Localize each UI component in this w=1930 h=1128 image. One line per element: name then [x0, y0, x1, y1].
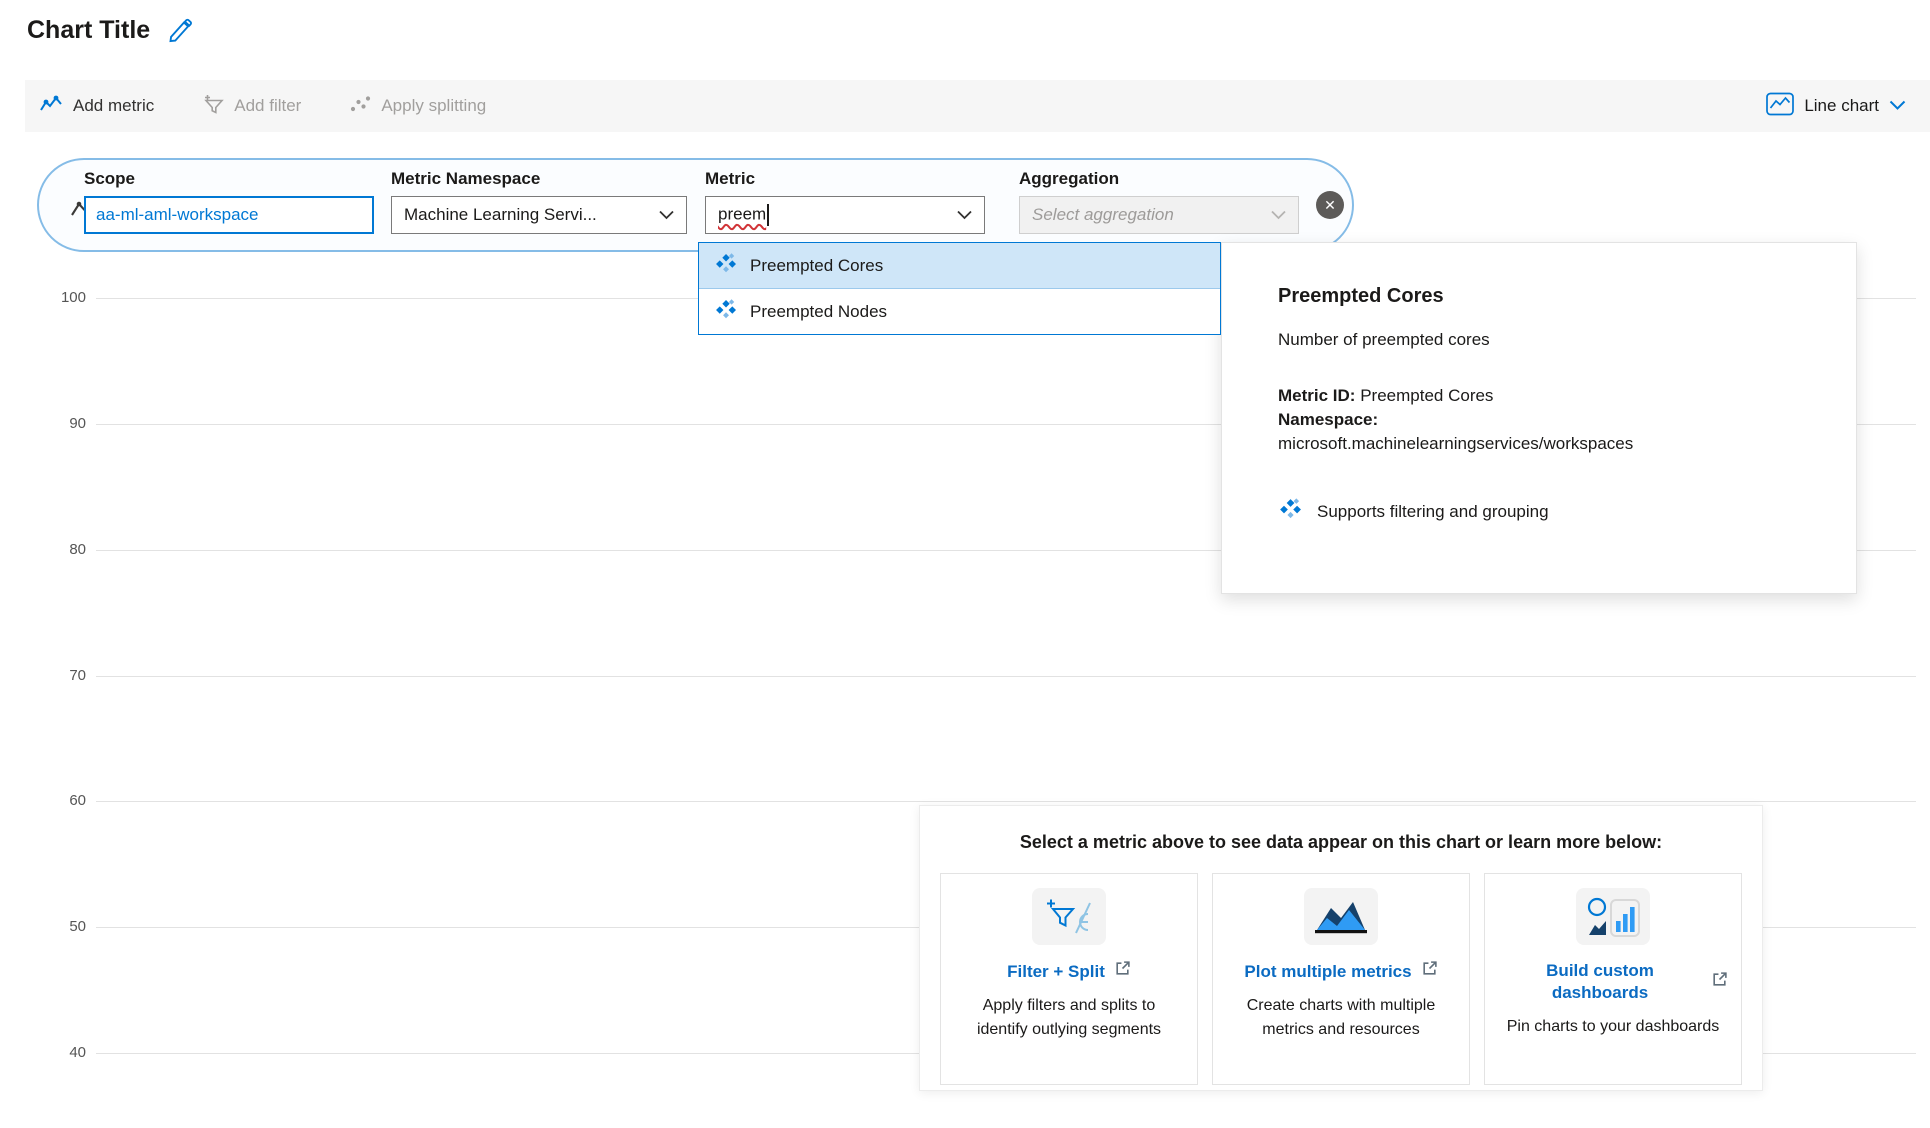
empty-state-title: Select a metric above to see data appear… — [1019, 832, 1663, 852]
external-link-icon — [1711, 971, 1728, 994]
y-axis-tick: 60 — [69, 792, 86, 809]
metric-details-description: Number of preempted cores — [1278, 330, 1490, 349]
metric-id-label: Metric ID: — [1278, 386, 1356, 405]
metric-scatter-icon — [714, 252, 737, 280]
card-description: Create charts with multiple metrics and … — [1246, 997, 1436, 1039]
gridline — [96, 676, 1916, 677]
metric-option-preempted-cores[interactable]: Preempted Cores — [699, 243, 1220, 288]
aggregation-label: Aggregation — [1019, 169, 1120, 188]
metric-label: Metric — [705, 169, 756, 188]
multi-metric-chart-icon — [1304, 888, 1378, 945]
namespace-label: Metric Namespace — [391, 169, 541, 188]
apply-splitting-label: Apply splitting — [381, 96, 487, 115]
details-namespace-value: microsoft.machinelearningservices/worksp… — [1278, 433, 1634, 453]
filter-split-icon — [1032, 888, 1106, 945]
external-link-icon — [1421, 960, 1438, 983]
card-description: Pin charts to your dashboards — [1506, 1018, 1720, 1036]
y-axis-tick: 80 — [69, 541, 86, 558]
empty-chart-overlay: Select a metric above to see data appear… — [919, 805, 1763, 1091]
scope-input[interactable] — [84, 196, 374, 234]
card-link-label: Plot multiple metrics — [1244, 961, 1412, 981]
card-link-label: Filter + Split — [1007, 961, 1105, 981]
page-title: Chart Title — [27, 16, 151, 44]
chart-header: Chart Title — [27, 16, 196, 45]
help-cards: Filter + Split Apply filters and splits … — [920, 873, 1762, 1085]
filter-split-card: Filter + Split Apply filters and splits … — [940, 873, 1198, 1085]
external-link-icon — [1114, 960, 1131, 983]
metric-details-meta: Metric ID: Preempted Cores Namespace: mi… — [1278, 384, 1816, 455]
dashboard-icon — [1576, 888, 1650, 945]
metric-option-preempted-nodes[interactable]: Preempted Nodes — [699, 288, 1220, 334]
metric-option-label: Preempted Cores — [750, 255, 884, 275]
y-axis-tick: 100 — [60, 289, 86, 306]
add-metric-icon — [39, 94, 63, 119]
add-filter-icon — [202, 94, 225, 119]
edit-title-icon[interactable] — [166, 17, 196, 45]
text-cursor — [767, 204, 770, 226]
metric-search-text: preem — [718, 204, 767, 224]
scope-field: Scope — [84, 169, 374, 234]
metric-scatter-icon — [714, 298, 737, 326]
metric-field: Metric preem — [705, 169, 985, 234]
details-namespace-label: Namespace: — [1278, 409, 1379, 429]
chevron-down-icon — [957, 205, 972, 225]
chart-type-label: Line chart — [1804, 96, 1879, 115]
chart-type-selector[interactable]: Line chart — [1766, 92, 1906, 121]
namespace-value: Machine Learning Servi... — [404, 205, 597, 224]
gridline — [96, 801, 1916, 802]
line-chart-icon — [1766, 92, 1795, 121]
metric-option-label: Preempted Nodes — [750, 301, 888, 321]
namespace-field: Metric Namespace Machine Learning Servi.… — [391, 169, 687, 234]
chevron-down-icon — [1889, 96, 1906, 116]
add-metric-button[interactable]: Add metric — [39, 94, 154, 119]
add-filter-button[interactable]: Add filter — [202, 94, 301, 119]
namespace-select[interactable]: Machine Learning Servi... — [391, 196, 687, 234]
metric-capability: Supports filtering and grouping — [1278, 497, 1816, 526]
add-filter-label: Add filter — [234, 96, 302, 115]
metrics-toolbar: Add metric Add filter Apply splitting Li… — [25, 80, 1930, 132]
chevron-down-icon — [659, 205, 674, 225]
remove-metric-button[interactable]: ✕ — [1316, 191, 1344, 219]
plot-multiple-metrics-card: Plot multiple metrics Create charts with… — [1212, 873, 1470, 1085]
plot-multiple-metrics-link[interactable]: Plot multiple metrics — [1244, 960, 1437, 983]
build-dashboards-link[interactable]: Build custom dashboards — [1498, 960, 1728, 1004]
metric-id-value: Preempted Cores — [1360, 386, 1494, 405]
aggregation-field: Aggregation Select aggregation — [1019, 169, 1299, 234]
metric-details-flyout: Preempted Cores Number of preempted core… — [1221, 242, 1857, 594]
metric-scatter-icon — [1278, 497, 1302, 526]
filter-split-link[interactable]: Filter + Split — [1007, 960, 1131, 983]
apply-splitting-icon — [349, 94, 371, 119]
metric-dropdown: Preempted Cores Preempted Nodes — [698, 242, 1221, 335]
aggregation-select: Select aggregation — [1019, 196, 1299, 234]
card-description: Apply filters and splits to identify out… — [976, 997, 1162, 1039]
metrics-explorer: 100 90 80 70 60 50 40 Chart Title Add me… — [0, 0, 1930, 1128]
y-axis-tick: 90 — [69, 415, 86, 432]
capability-label: Supports filtering and grouping — [1317, 501, 1549, 521]
card-link-label: Build custom dashboards — [1546, 961, 1654, 1003]
y-axis-tick: 50 — [69, 918, 86, 935]
add-metric-label: Add metric — [73, 96, 155, 115]
metric-combobox[interactable]: preem — [705, 196, 985, 234]
y-axis-tick: 70 — [69, 667, 86, 684]
scope-label: Scope — [84, 169, 136, 188]
y-axis-tick: 40 — [69, 1044, 86, 1061]
metric-details-title: Preempted Cores — [1278, 285, 1444, 307]
chevron-down-icon — [1271, 205, 1286, 225]
build-dashboards-card: Build custom dashboards Pin charts to yo… — [1484, 873, 1742, 1085]
metric-picker: Scope Metric Namespace Machine Learning … — [37, 158, 1354, 252]
apply-splitting-button[interactable]: Apply splitting — [349, 94, 486, 119]
aggregation-placeholder: Select aggregation — [1032, 205, 1174, 224]
